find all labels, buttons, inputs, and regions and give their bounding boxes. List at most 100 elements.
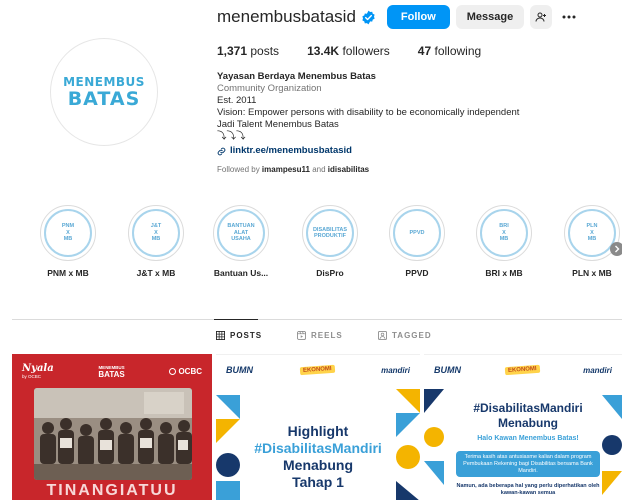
following-label: following xyxy=(434,44,482,58)
highlight-item[interactable]: PPVD PPVD xyxy=(379,205,455,278)
profile-tabs: POSTS REELS TAGGED xyxy=(0,331,622,345)
verified-badge-icon xyxy=(362,10,375,24)
post-thumbnail[interactable]: Nyala by OCBC MENEMBUS BATAS OCBC TINANG… xyxy=(12,354,212,500)
profile-avatar[interactable]: MENEMBUS BATAS xyxy=(50,38,158,146)
profile-actions-row: menembusbatasid Follow Message xyxy=(217,4,578,30)
tagged-icon xyxy=(378,331,387,340)
mb-logo-line2: BATAS xyxy=(98,370,125,379)
suggest-users-button[interactable] xyxy=(530,5,553,29)
post1-header: Nyala by OCBC MENEMBUS BATAS OCBC xyxy=(12,354,212,388)
followed-by-joiner: and xyxy=(312,165,326,174)
posts-stat: 1,371 posts xyxy=(217,44,279,58)
bio-name: Yayasan Berdaya Menembus Batas xyxy=(217,71,376,82)
posts-label: posts xyxy=(250,44,280,58)
more-horizontal-icon xyxy=(562,15,576,19)
tab-reels[interactable]: REELS xyxy=(297,331,343,340)
bio-link-text: linktr.ee/menembusbatasid xyxy=(230,145,352,156)
post-thumbnail[interactable]: BUMN EKONOMI mandiri #DisabilitasMandiri… xyxy=(424,354,622,500)
post2-line2: #DisabilitasMandiri xyxy=(254,440,382,456)
highlight-cover: BANTUAN ALAT USAHA xyxy=(213,205,269,261)
ocbc-ring-icon xyxy=(169,367,177,375)
add-user-icon xyxy=(535,12,547,22)
post3-info-box: Terima kasih atas antusiasme kalian dala… xyxy=(456,451,600,477)
chevron-right-icon xyxy=(615,245,620,253)
post2-line1: Highlight xyxy=(287,423,349,439)
highlights-next-button[interactable] xyxy=(610,242,622,256)
bio-arrows: ⤵⤵⤵ xyxy=(217,131,246,142)
mandiri-logo: mandiri xyxy=(583,365,612,375)
followed-by-user2: idisabilitas xyxy=(327,165,370,174)
bio-tagline: Jadi Talent Menembus Batas xyxy=(217,119,339,130)
highlight-cover-text: DISABILITAS PRODUKTIF xyxy=(306,209,354,257)
avatar-text-line2: BATAS xyxy=(67,88,141,110)
highlight-cover: PPVD xyxy=(389,205,445,261)
group-photo xyxy=(34,388,192,480)
bio-category: Community Organization xyxy=(217,83,322,94)
highlight-item[interactable]: BANTUAN ALAT USAHA Bantuan Us... xyxy=(203,205,279,278)
highlight-cover: DISABILITAS PRODUKTIF xyxy=(302,205,358,261)
post3-title: #DisabilitasMandiri Menabung xyxy=(448,401,608,431)
highlight-item[interactable]: BRI X MB BRI x MB xyxy=(466,205,542,278)
highlight-label: Bantuan Us... xyxy=(213,268,269,278)
post2-headline: Highlight #DisabilitasMandiri Menabung T… xyxy=(216,423,420,491)
followed-by[interactable]: Followed by imampesu11 and idisabilitas xyxy=(217,165,369,174)
highlight-item[interactable]: DISABILITAS PRODUKTIF DisPro xyxy=(292,205,368,278)
highlight-item[interactable]: PLN X MB PLN x MB xyxy=(554,205,622,278)
tab-posts[interactable]: POSTS xyxy=(216,331,262,340)
following-count: 47 xyxy=(417,44,432,58)
group-photo-image xyxy=(34,388,192,480)
bumn-logo: BUMN xyxy=(434,365,461,375)
highlight-cover-text: J&T X MB xyxy=(132,209,180,257)
link-icon xyxy=(217,147,226,155)
highlight-cover: PNM X MB xyxy=(40,205,96,261)
highlight-cover-text: PPVD xyxy=(393,209,441,257)
ekonomi-logo: EKONOMI xyxy=(299,364,335,376)
highlight-cover: J&T X MB xyxy=(128,205,184,261)
highlight-item[interactable]: J&T X MB J&T x MB xyxy=(118,205,194,278)
menembus-batas-logo: MENEMBUS BATAS xyxy=(98,364,125,379)
more-options-button[interactable] xyxy=(560,5,578,29)
post2-line4: Tahap 1 xyxy=(292,474,344,490)
nyala-brand-sub: by OCBC xyxy=(22,374,42,379)
post-thumbnail[interactable]: BUMN EKONOMI mandiri Highlight #Disabili… xyxy=(216,354,420,500)
avatar-text-line1: MENEMBUS xyxy=(63,75,145,89)
bio-link[interactable]: linktr.ee/menembusbatasid xyxy=(217,145,617,157)
profile-stats: 1,371 posts 13.4K followers 47 following xyxy=(217,44,509,58)
followers-count: 13.4K xyxy=(307,44,340,58)
bumn-logo: BUMN xyxy=(226,365,253,375)
highlight-item[interactable]: PNM X MB PNM x MB xyxy=(30,205,106,278)
highlight-label: DisPro xyxy=(316,268,344,278)
highlight-cover: BRI X MB xyxy=(476,205,532,261)
followers-stat[interactable]: 13.4K followers xyxy=(307,44,390,58)
followed-by-prefix: Followed by xyxy=(217,165,260,174)
mandiri-logo: mandiri xyxy=(381,365,410,375)
highlight-label: PNM x MB xyxy=(47,268,89,278)
post1-banner-text: TINANGIATUU xyxy=(46,482,178,499)
profile-bio: Yayasan Berdaya Menembus Batas Community… xyxy=(217,71,617,157)
active-tab-indicator xyxy=(214,319,258,320)
tab-posts-label: POSTS xyxy=(230,331,263,340)
highlight-label: PPVD xyxy=(405,268,429,278)
bio-established: Est. 2011 xyxy=(217,95,257,106)
post3-subtitle: Halo Kawan Menembus Batas! xyxy=(477,435,579,442)
following-stat[interactable]: 47 following xyxy=(418,44,481,58)
followers-label: followers xyxy=(342,44,390,58)
nyala-logo: Nyala by OCBC xyxy=(22,363,54,379)
tabs-divider xyxy=(12,319,622,320)
highlight-cover-text: PLN X MB xyxy=(568,209,616,257)
follow-button[interactable]: Follow xyxy=(386,5,450,29)
tab-tagged-label: TAGGED xyxy=(392,331,432,340)
sponsor-logos: BUMN EKONOMI mandiri xyxy=(424,364,622,376)
ocbc-text: OCBC xyxy=(178,366,202,376)
message-button[interactable]: Message xyxy=(455,5,525,29)
story-highlights: PNM X MB PNM x MB J&T X MB J&T x MB BANT… xyxy=(0,205,622,285)
tab-tagged[interactable]: TAGGED xyxy=(378,331,432,340)
post3-title-line2: Menabung xyxy=(498,416,558,430)
post3-footer-text: Namun, ada beberapa hal yang perlu diper… xyxy=(456,483,600,496)
highlight-label: J&T x MB xyxy=(136,268,176,278)
followed-by-user1: imampesu11 xyxy=(261,165,310,174)
posts-count: 1,371 xyxy=(217,44,248,58)
reels-icon xyxy=(297,331,306,340)
highlight-label: PLN x MB xyxy=(572,268,612,278)
post2-line3: Menabung xyxy=(283,457,353,473)
